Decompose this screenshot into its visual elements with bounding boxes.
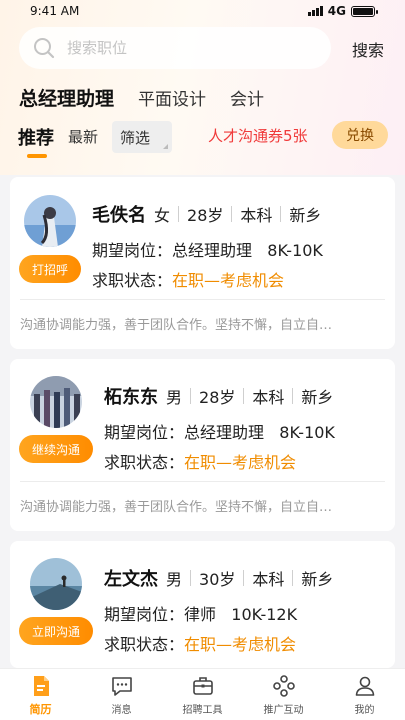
candidate-age: 28岁	[187, 206, 224, 225]
candidate-age: 28岁	[199, 388, 236, 407]
candidate-name: 柘东东	[104, 387, 158, 408]
separator	[190, 388, 192, 404]
divider	[20, 299, 385, 300]
expected-position-label: 期望岗位：	[104, 423, 185, 442]
candidate-card[interactable]: 打招呼 毛佚名 女 28岁 本科 新乡 期望岗位：总经理助理 8K-10K 求职…	[10, 177, 395, 349]
separator	[243, 388, 245, 404]
status-indicators: 4G	[307, 4, 378, 18]
candidate-education: 本科	[240, 206, 273, 225]
candidate-gender: 女	[154, 206, 171, 225]
job-status-row: 求职状态：在职—考虑机会	[104, 631, 296, 655]
filter-label: 筛选	[120, 128, 151, 147]
avatar	[30, 558, 82, 610]
status-time: 9:41 AM	[30, 4, 80, 18]
candidate-card[interactable]: 立即沟通 左文杰 男 30岁 本科 新乡 期望岗位：律师 10K-12K 求职状…	[10, 541, 395, 668]
expected-position-label: 期望岗位：	[92, 241, 173, 260]
job-status-row: 求职状态：在职—考虑机会	[92, 267, 284, 291]
nav-profile-label: 我的	[354, 705, 375, 716]
expected-position-label: 期望岗位：	[104, 605, 185, 624]
message-icon	[111, 677, 132, 696]
candidate-name: 毛佚名	[92, 205, 146, 226]
candidate-name: 左文杰	[104, 569, 158, 590]
candidate-intro: 沟通协调能力强，善于团队合作。坚持不懈，自立自…	[20, 318, 333, 333]
search-button[interactable]: 搜索	[352, 37, 384, 61]
separator	[292, 388, 294, 404]
candidate-city: 新乡	[289, 206, 322, 225]
filter-corner-icon	[163, 144, 168, 149]
coupon-count: 人才沟通券5张	[208, 127, 308, 145]
nav-promotion[interactable]: 推广互动	[243, 669, 324, 720]
avatar	[30, 376, 82, 428]
nav-recruit-tools[interactable]: 招聘工具	[162, 669, 243, 720]
separator	[280, 206, 282, 222]
greet-button[interactable]: 打招呼	[19, 255, 81, 283]
continue-chat-button[interactable]: 继续沟通	[19, 435, 93, 463]
expected-salary: 10K-12K	[231, 605, 298, 624]
expected-position-row: 期望岗位：总经理助理 8K-10K	[104, 419, 335, 443]
active-tab-indicator	[27, 154, 47, 158]
job-tabs: 总经理助理 平面设计 会计	[19, 84, 264, 111]
tab-general-manager-assistant[interactable]: 总经理助理	[19, 84, 114, 111]
job-status-label: 求职状态：	[104, 635, 185, 654]
candidate-basic-info: 柘东东 男 28岁 本科 新乡	[104, 383, 333, 409]
candidate-card[interactable]: 继续沟通 柘东东 男 28岁 本科 新乡 期望岗位：总经理助理 8K-10K 求…	[10, 359, 395, 531]
user-icon	[355, 676, 374, 696]
candidate-age: 30岁	[199, 570, 236, 589]
separator	[178, 206, 180, 222]
exchange-button[interactable]: 兑换	[332, 121, 388, 149]
candidate-gender: 男	[166, 388, 183, 407]
nav-messages-label: 消息	[111, 705, 132, 716]
avatar	[24, 195, 76, 247]
separator	[243, 570, 245, 586]
bottom-navigation: 简历 消息 招聘工具 推广互动 我的	[0, 668, 405, 720]
divider	[20, 481, 385, 482]
separator	[231, 206, 233, 222]
search-icon	[34, 38, 55, 59]
tab-latest[interactable]: 最新	[68, 126, 98, 147]
candidate-intro: 沟通协调能力强，善于团队合作。坚持不懈，自立自…	[20, 500, 333, 515]
candidate-city: 新乡	[301, 388, 334, 407]
separator	[190, 570, 192, 586]
expected-position-row: 期望岗位：总经理助理 8K-10K	[92, 237, 323, 261]
nav-resume-label: 简历	[29, 703, 52, 716]
expected-salary: 8K-10K	[267, 241, 323, 260]
candidate-education: 本科	[252, 388, 285, 407]
candidate-city: 新乡	[301, 570, 334, 589]
signal-icon	[307, 6, 323, 16]
expected-position-value: 总经理助理	[172, 241, 253, 260]
expected-position-value: 总经理助理	[184, 423, 265, 442]
tab-recommended[interactable]: 推荐	[18, 124, 54, 150]
job-status-value: 在职—考虑机会	[172, 271, 285, 290]
search-bar[interactable]	[19, 27, 331, 69]
filter-button[interactable]: 筛选	[112, 121, 172, 153]
nav-recruit-tools-label: 招聘工具	[182, 705, 223, 716]
briefcase-icon	[192, 677, 213, 695]
expected-salary: 8K-10K	[279, 423, 335, 442]
separator	[292, 570, 294, 586]
expected-position-value: 律师	[184, 605, 217, 624]
candidate-basic-info: 毛佚名 女 28岁 本科 新乡	[92, 201, 321, 227]
candidate-education: 本科	[252, 570, 285, 589]
tab-graphic-design[interactable]: 平面设计	[138, 85, 206, 110]
nav-resume[interactable]: 简历	[0, 669, 81, 720]
tab-accounting[interactable]: 会计	[230, 85, 264, 110]
job-status-row: 求职状态：在职—考虑机会	[104, 449, 296, 473]
candidate-gender: 男	[166, 570, 183, 589]
nav-messages[interactable]: 消息	[81, 669, 162, 720]
job-status-label: 求职状态：	[92, 271, 173, 290]
nav-profile[interactable]: 我的	[324, 669, 405, 720]
nav-promotion-label: 推广互动	[263, 705, 304, 716]
search-input[interactable]	[67, 39, 307, 57]
job-status-value: 在职—考虑机会	[184, 635, 297, 654]
candidate-basic-info: 左文杰 男 30岁 本科 新乡	[104, 565, 333, 591]
network-type: 4G	[327, 4, 346, 18]
status-bar: 9:41 AM 4G	[0, 0, 405, 22]
expected-position-row: 期望岗位：律师 10K-12K	[104, 601, 297, 625]
promotion-icon	[272, 675, 295, 697]
job-status-value: 在职—考虑机会	[184, 453, 297, 472]
resume-icon	[33, 676, 49, 696]
job-status-label: 求职状态：	[104, 453, 185, 472]
battery-icon	[351, 5, 378, 17]
start-chat-button[interactable]: 立即沟通	[19, 617, 93, 645]
